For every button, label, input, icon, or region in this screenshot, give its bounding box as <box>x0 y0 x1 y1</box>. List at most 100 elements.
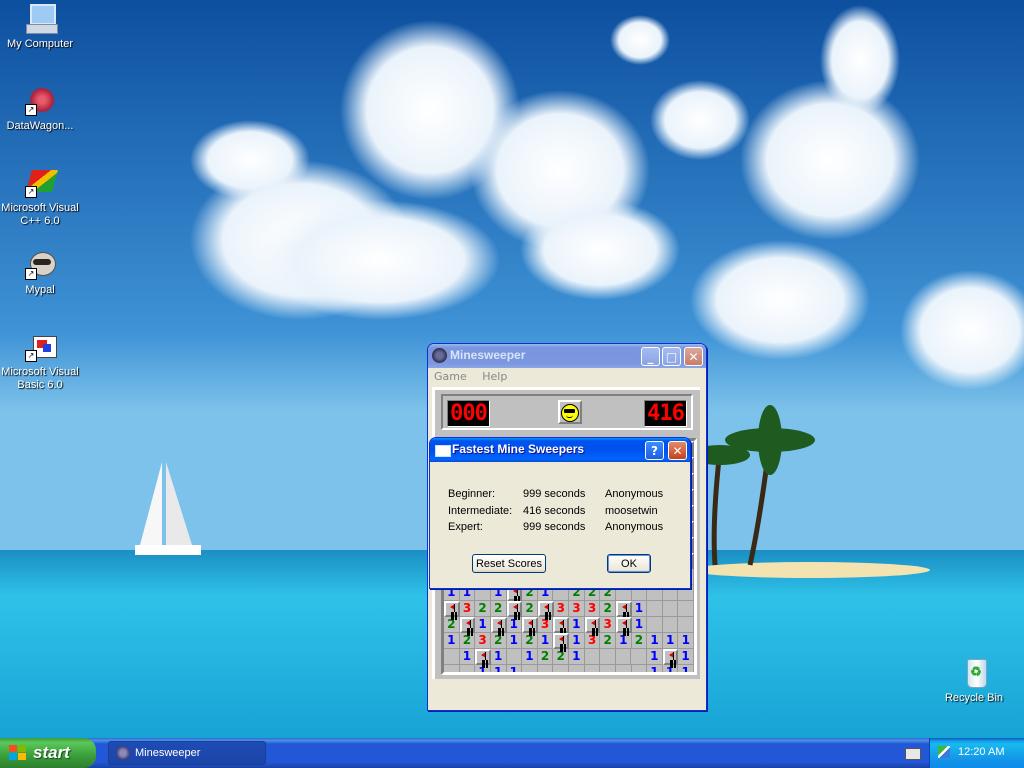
flag-icon[interactable] <box>662 649 679 665</box>
number-cell[interactable]: 2 <box>475 601 491 617</box>
open-cell[interactable] <box>444 649 460 665</box>
number-cell[interactable]: 1 <box>647 649 663 665</box>
open-cell[interactable] <box>600 665 616 672</box>
number-cell[interactable]: 1 <box>662 665 679 672</box>
ok-button[interactable]: OK <box>607 554 651 573</box>
desktop-icon-visual-basic[interactable]: ↗ Microsoft Visual Basic 6.0 <box>0 330 80 392</box>
number-cell[interactable]: 1 <box>537 633 554 649</box>
flag-icon[interactable] <box>444 601 460 617</box>
number-cell[interactable]: 1 <box>475 617 491 633</box>
open-cell[interactable] <box>662 601 679 617</box>
number-cell[interactable]: 1 <box>506 633 523 649</box>
flag-icon[interactable] <box>553 633 570 649</box>
number-cell[interactable]: 3 <box>584 601 601 617</box>
number-cell[interactable]: 1 <box>647 665 663 672</box>
flag-icon[interactable] <box>490 617 507 633</box>
help-button[interactable]: ? <box>645 441 664 460</box>
number-cell[interactable]: 1 <box>506 617 523 633</box>
number-cell[interactable]: 2 <box>522 601 538 617</box>
smiley-reset-button[interactable] <box>558 400 582 424</box>
open-cell[interactable] <box>584 649 601 665</box>
open-cell[interactable] <box>662 617 679 633</box>
number-cell[interactable]: 1 <box>678 665 694 672</box>
number-cell[interactable]: 2 <box>553 649 569 665</box>
open-cell[interactable] <box>631 665 648 672</box>
flag-icon[interactable] <box>506 601 523 617</box>
open-cell[interactable] <box>678 617 694 633</box>
open-cell[interactable] <box>444 665 460 672</box>
open-cell[interactable] <box>631 649 647 665</box>
flag-icon[interactable] <box>522 617 538 633</box>
flag-icon[interactable] <box>459 617 476 633</box>
open-cell[interactable] <box>553 665 569 672</box>
number-cell[interactable]: 1 <box>569 633 585 649</box>
number-cell[interactable]: 1 <box>615 633 632 649</box>
number-cell[interactable]: 1 <box>568 649 585 665</box>
number-cell[interactable]: 1 <box>459 649 476 665</box>
minimize-button[interactable]: _ <box>641 347 660 366</box>
network-icon[interactable] <box>938 746 950 758</box>
open-cell[interactable] <box>615 649 632 665</box>
keyboard-icon[interactable] <box>905 748 921 760</box>
desktop-icon-mypal[interactable]: ↗ Mypal <box>0 248 80 297</box>
number-cell[interactable]: 3 <box>459 601 476 617</box>
number-cell[interactable]: 2 <box>522 633 538 649</box>
dialog-close-button[interactable]: ✕ <box>668 441 687 460</box>
number-cell[interactable]: 3 <box>537 617 554 633</box>
number-cell[interactable]: 1 <box>647 633 663 649</box>
open-cell[interactable] <box>615 665 632 672</box>
desktop-icon-recycle-bin[interactable]: ♻ Recycle Bin <box>934 656 1014 705</box>
number-cell[interactable]: 2 <box>537 649 554 665</box>
open-cell[interactable] <box>678 601 694 617</box>
start-button[interactable]: start <box>0 738 96 768</box>
number-cell[interactable]: 2 <box>600 601 616 617</box>
flag-icon[interactable] <box>615 601 632 617</box>
number-cell[interactable]: 2 <box>490 633 507 649</box>
number-cell[interactable]: 2 <box>600 633 616 649</box>
menu-game[interactable]: Game <box>428 368 473 385</box>
open-cell[interactable] <box>647 601 663 617</box>
number-cell[interactable]: 1 <box>522 649 538 665</box>
number-cell[interactable]: 1 <box>678 649 694 665</box>
dialog-titlebar[interactable]: Fastest Mine Sweepers ? ✕ <box>430 438 690 462</box>
open-cell[interactable] <box>647 617 663 633</box>
number-cell[interactable]: 2 <box>490 601 507 617</box>
open-cell[interactable] <box>459 665 476 672</box>
number-cell[interactable]: 3 <box>569 601 585 617</box>
open-cell[interactable] <box>600 649 616 665</box>
number-cell[interactable]: 1 <box>490 649 507 665</box>
open-cell[interactable] <box>537 665 554 672</box>
desktop-icon-datawagon[interactable]: ↗ DataWagon... <box>0 84 80 133</box>
flag-icon[interactable] <box>553 617 570 633</box>
open-cell[interactable] <box>584 665 601 672</box>
number-cell[interactable]: 1 <box>490 665 507 672</box>
number-cell[interactable]: 1 <box>444 633 460 649</box>
maximize-button[interactable]: □ <box>662 347 681 366</box>
number-cell[interactable]: 1 <box>631 601 648 617</box>
flag-icon[interactable] <box>584 617 601 633</box>
number-cell[interactable]: 1 <box>475 665 491 672</box>
number-cell[interactable]: 2 <box>631 633 648 649</box>
flag-icon[interactable] <box>537 601 554 617</box>
number-cell[interactable]: 3 <box>553 601 570 617</box>
number-cell[interactable]: 2 <box>444 617 460 633</box>
number-cell[interactable]: 1 <box>678 633 694 649</box>
flag-icon[interactable] <box>615 617 632 633</box>
open-cell[interactable] <box>569 665 585 672</box>
number-cell[interactable]: 3 <box>475 633 491 649</box>
number-cell[interactable]: 1 <box>631 617 648 633</box>
flag-icon[interactable] <box>475 649 491 665</box>
number-cell[interactable]: 1 <box>662 633 679 649</box>
desktop-icon-visual-cpp[interactable]: ↗ Microsoft Visual C++ 6.0 <box>0 166 80 228</box>
number-cell[interactable]: 1 <box>506 665 523 672</box>
menu-help[interactable]: Help <box>476 368 513 385</box>
open-cell[interactable] <box>522 665 538 672</box>
reset-scores-button[interactable]: Reset Scores <box>472 554 546 573</box>
number-cell[interactable]: 1 <box>569 617 585 633</box>
open-cell[interactable] <box>506 649 523 665</box>
number-cell[interactable]: 3 <box>584 633 601 649</box>
number-cell[interactable]: 3 <box>600 617 616 633</box>
number-cell[interactable]: 2 <box>459 633 476 649</box>
taskbar-item-minesweeper[interactable]: Minesweeper <box>108 741 266 765</box>
close-button[interactable]: ✕ <box>684 347 703 366</box>
